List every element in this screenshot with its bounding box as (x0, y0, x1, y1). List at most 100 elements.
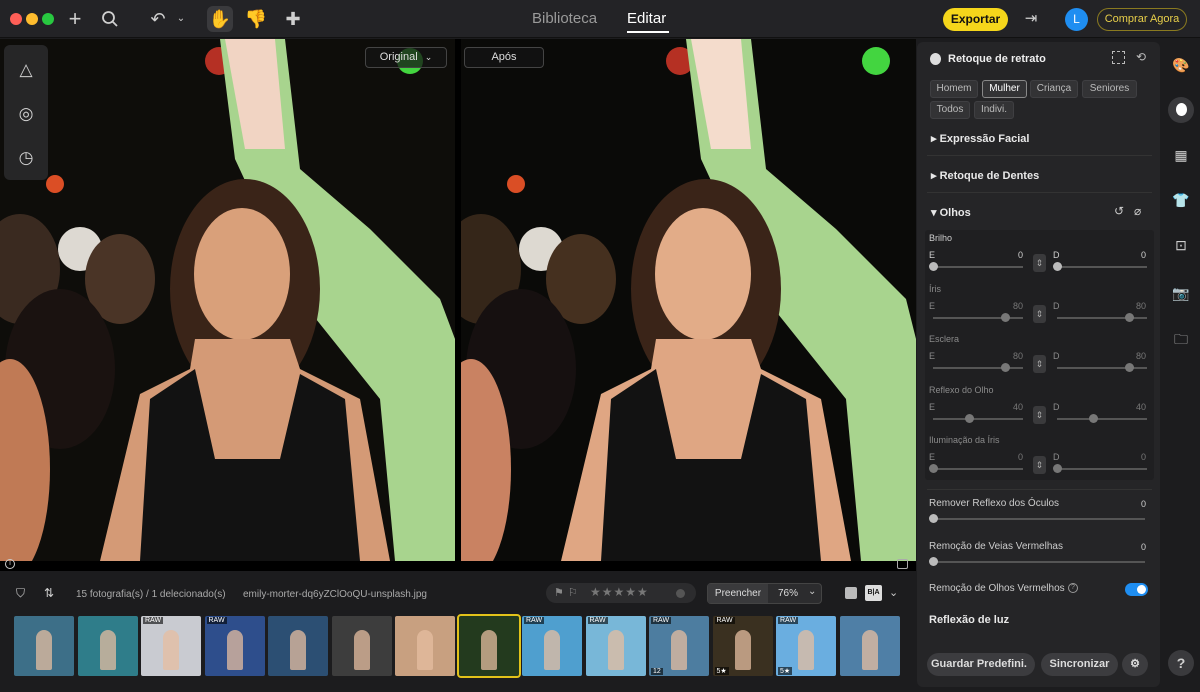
chip-mulher[interactable]: Mulher (982, 80, 1027, 98)
filmstrip-thumbnail[interactable]: RAW 5★ (712, 616, 773, 676)
slider-knob[interactable] (1089, 413, 1098, 423)
after-photo[interactable] (461, 39, 916, 561)
filmstrip-thumbnail[interactable] (839, 616, 900, 676)
tab-library[interactable]: Biblioteca (532, 10, 597, 27)
slider-knob[interactable] (1053, 464, 1062, 473)
star-rating[interactable]: ★★★★★ (590, 585, 649, 599)
folder-settings-icon[interactable]: 🗀 (1168, 326, 1194, 352)
chevron-down-icon[interactable]: ⌄ (889, 586, 898, 599)
filmstrip-thumbnail[interactable]: RAW (585, 616, 646, 676)
left-eye-slider[interactable] (933, 413, 1023, 423)
close-window-button[interactable] (10, 13, 22, 25)
chip-todos[interactable]: Todos (930, 101, 970, 119)
reset-icon[interactable]: ↺ (1114, 204, 1124, 218)
color-label-icon[interactable] (676, 589, 685, 598)
exit-to-panel-icon[interactable]: ⇥ (1018, 6, 1044, 32)
eraser-icon[interactable]: ⌀ (1134, 204, 1141, 218)
fill-button[interactable]: Preencher (708, 584, 768, 603)
flag-icon[interactable]: ⚑ (554, 586, 564, 599)
sync-button[interactable]: Sincronizar (1041, 653, 1118, 676)
avatar[interactable]: L (1065, 8, 1088, 31)
palette-icon[interactable]: 🎨 (1168, 52, 1194, 78)
zoom-value[interactable]: 76% (778, 588, 798, 599)
portrait-icon[interactable] (1168, 97, 1194, 123)
left-eye-slider[interactable] (929, 464, 1023, 473)
filmstrip-thumbnail[interactable] (456, 614, 521, 678)
clothing-icon[interactable]: 👕 (1168, 187, 1194, 213)
undo-history-chevron-icon[interactable]: ⌄ (168, 6, 194, 32)
link-lr-icon[interactable]: ⇕ (1033, 254, 1046, 272)
dislike-icon[interactable]: 👎 (243, 6, 269, 32)
red-eye-toggle[interactable] (1125, 583, 1148, 596)
texture-grid-icon[interactable]: ▦ (1168, 142, 1194, 168)
before-after-icon[interactable]: B|A (865, 585, 882, 601)
left-eye-slider[interactable] (933, 312, 1023, 322)
filmstrip-thumbnail[interactable] (14, 616, 74, 676)
zoom-window-button[interactable] (42, 13, 54, 25)
filmstrip-thumbnail[interactable]: RAW (522, 616, 582, 676)
link-lr-icon[interactable]: ⇕ (1033, 355, 1046, 373)
link-lr-icon[interactable]: ⇕ (1033, 304, 1046, 323)
before-view-dropdown[interactable]: Original ⌄ (365, 47, 447, 68)
slider-knob[interactable] (929, 464, 938, 473)
filmstrip-thumbnail[interactable] (268, 616, 328, 676)
sync-settings-icon[interactable]: ⚙ (1122, 653, 1148, 676)
history-icon[interactable]: ◷ (13, 145, 39, 171)
right-eye-slider[interactable] (1053, 464, 1147, 473)
link-lr-icon[interactable]: ⇕ (1033, 405, 1046, 424)
chevron-down-icon[interactable]: ⌄ (808, 586, 816, 597)
filmstrip-thumbnail[interactable] (77, 616, 138, 676)
filmstrip-thumbnail[interactable]: RAW 12 (649, 616, 709, 676)
filmstrip-thumbnail[interactable]: RAW 5★ (776, 616, 836, 676)
tab-edit[interactable]: Editar (627, 10, 666, 27)
slider-knob[interactable] (1001, 363, 1010, 372)
filmstrip-thumbnail[interactable]: RAW (141, 616, 201, 676)
slider-knob[interactable] (1125, 363, 1134, 372)
right-eye-slider[interactable] (1057, 413, 1147, 423)
info-icon[interactable]: i (5, 559, 15, 569)
chip-individual[interactable]: Indivi. (974, 101, 1014, 119)
save-preset-button[interactable]: Guardar Predefini. (927, 653, 1035, 676)
help-button[interactable]: ? (1168, 650, 1194, 676)
reject-flag-icon[interactable]: ⚐ (568, 586, 578, 599)
right-eye-slider[interactable] (1053, 262, 1147, 271)
slider-knob[interactable] (965, 413, 974, 423)
export-button[interactable]: Exportar (943, 8, 1008, 31)
glasses-reflection-slider[interactable] (929, 514, 1145, 523)
buy-now-button[interactable]: Comprar Agora (1097, 8, 1187, 31)
left-eye-slider[interactable] (929, 262, 1023, 271)
add-icon[interactable]: + (62, 6, 88, 32)
light-reflection-heading[interactable]: Reflexão de luz (929, 614, 1009, 626)
help-circle-icon[interactable]: ? (1068, 583, 1078, 593)
slider-knob[interactable] (1001, 312, 1010, 322)
radial-mask-icon[interactable]: ◎ (13, 101, 39, 127)
section-eyes[interactable]: ▾ Olhos (931, 206, 971, 219)
ai-adjust-icon[interactable]: △ (13, 57, 39, 83)
slider-knob[interactable] (929, 262, 938, 271)
split-view-icon[interactable] (897, 559, 908, 569)
section-facial-expression[interactable]: ▸ Expressão Facial (931, 132, 1029, 145)
hand-tool-icon[interactable]: ✋ (207, 6, 233, 32)
slider-knob[interactable] (929, 514, 938, 523)
filmstrip-thumbnail[interactable] (395, 616, 455, 676)
camera-icon[interactable]: 📷 (1168, 280, 1194, 306)
slider-knob[interactable] (929, 557, 938, 566)
image-viewer[interactable]: Original ⌄ Após i (0, 39, 916, 571)
bandage-icon[interactable]: ✚ (280, 6, 306, 32)
red-veins-slider[interactable] (929, 557, 1145, 566)
filter-icon[interactable]: ⛉ (16, 586, 25, 601)
crop-transform-icon[interactable]: ⊡ (1168, 232, 1194, 258)
link-lr-icon[interactable]: ⇕ (1033, 456, 1046, 474)
left-eye-slider[interactable] (933, 363, 1023, 372)
multi-face-icon[interactable]: ⟲ (1136, 50, 1146, 64)
face-detect-icon[interactable] (1112, 51, 1125, 64)
minimize-window-button[interactable] (26, 13, 38, 25)
chip-homem[interactable]: Homem (930, 80, 978, 98)
before-photo[interactable] (0, 39, 455, 561)
chip-crianca[interactable]: Criança (1030, 80, 1078, 98)
filmstrip-thumbnail[interactable] (331, 616, 392, 676)
chip-seniores[interactable]: Seniores (1082, 80, 1137, 98)
right-eye-slider[interactable] (1057, 312, 1147, 322)
sort-icon[interactable]: ⇅ (44, 586, 54, 600)
search-icon[interactable] (97, 6, 123, 32)
